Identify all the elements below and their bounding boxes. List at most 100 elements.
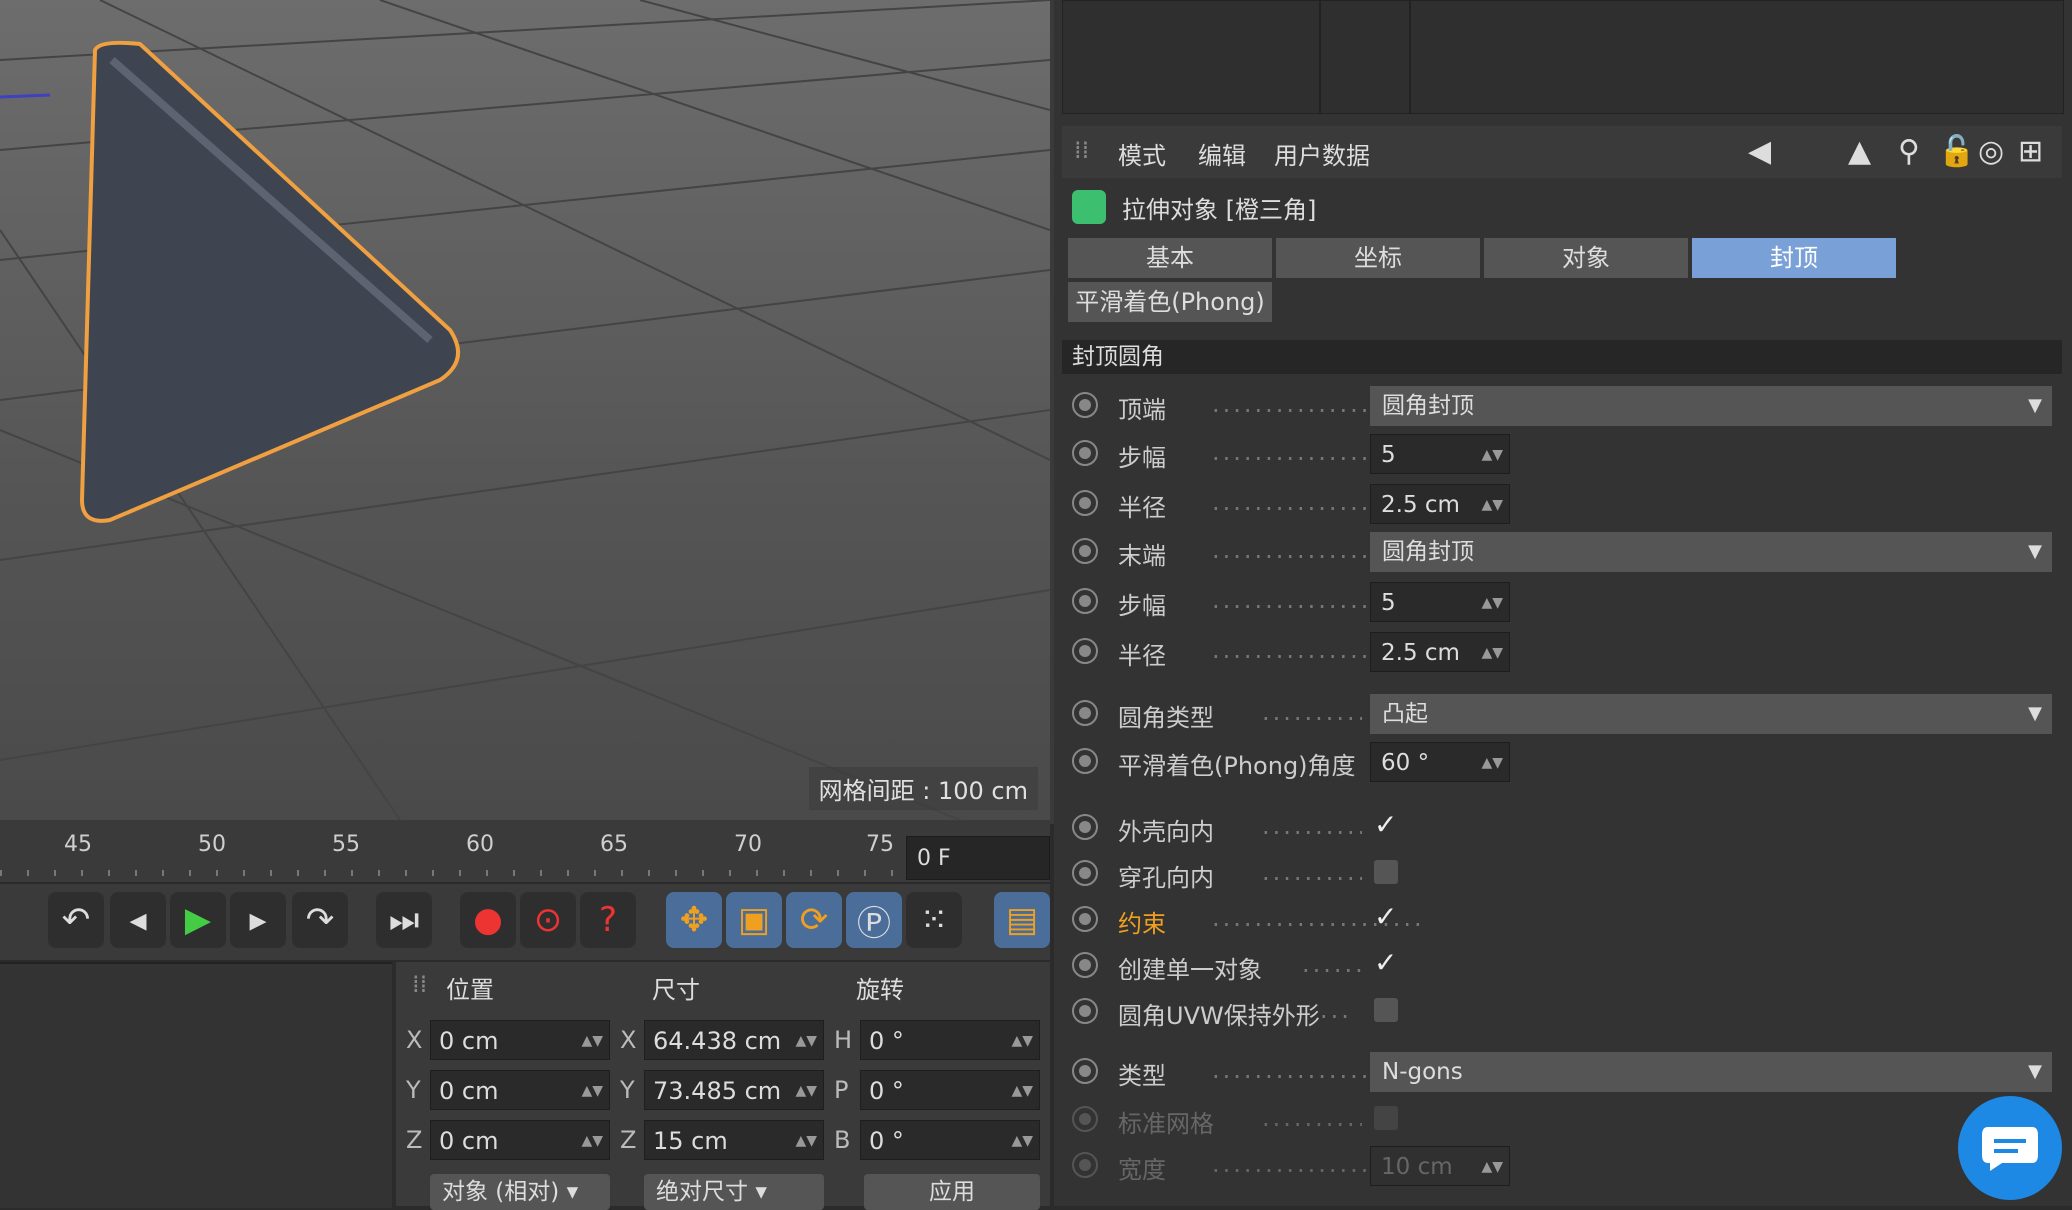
single-object-checkbox[interactable]: ✓	[1374, 949, 1400, 977]
size-header: 尺寸	[652, 976, 700, 1004]
viewport-scene	[0, 0, 1050, 820]
chat-bubble-icon[interactable]	[1958, 1096, 2062, 1200]
start-cap-dropdown[interactable]: 圆角封顶 ▼	[1370, 386, 2052, 426]
go-to-end-icon[interactable]: ↷	[292, 892, 348, 948]
axis-label: Y	[620, 1076, 635, 1104]
target-icon[interactable]: ◎	[1978, 134, 2004, 169]
animate-radio[interactable]	[1072, 748, 1098, 774]
new-panel-icon[interactable]: ⊞	[2018, 134, 2043, 169]
spinner-icon[interactable]: ▲▼	[1481, 435, 1503, 475]
animate-radio[interactable]	[1072, 814, 1098, 840]
dropdown-value: 对象 (相对)	[442, 1179, 560, 1205]
rotate-tool-icon[interactable]: ⟳	[786, 892, 842, 948]
spinner-icon[interactable]: ▲▼	[1481, 485, 1503, 525]
spinner-icon[interactable]: ▲▼	[581, 1021, 603, 1061]
spinner-icon[interactable]: ▲▼	[1481, 583, 1503, 623]
tab-phong[interactable]: 平滑着色(Phong)	[1068, 282, 1272, 322]
menu-user-data[interactable]: 用户数据	[1274, 136, 1370, 171]
apply-button[interactable]: 应用	[864, 1174, 1040, 1210]
current-frame-field[interactable]: 0 F	[906, 836, 1050, 880]
play-icon[interactable]: ▶	[170, 892, 226, 948]
tick-label: 60	[466, 832, 494, 857]
back-arrow-icon[interactable]: ◀	[1748, 134, 1771, 169]
chat-icon	[1982, 1127, 2038, 1171]
constrain-checkbox[interactable]: ✓	[1374, 903, 1400, 931]
animate-radio[interactable]	[1072, 490, 1098, 516]
steps2-field[interactable]: 5 ▲▼	[1370, 582, 1510, 622]
hole-inward-checkbox[interactable]	[1374, 860, 1398, 884]
3d-viewport[interactable]: 网格间距 : 100 cm	[0, 0, 1054, 824]
spinner-icon[interactable]: ▲▼	[795, 1021, 817, 1061]
position-z-field[interactable]: 0 cm ▲▼	[430, 1120, 610, 1160]
spinner-icon[interactable]: ▲▼	[795, 1121, 817, 1161]
uvw-keep-shape-checkbox[interactable]	[1374, 998, 1398, 1022]
animate-radio[interactable]	[1072, 588, 1098, 614]
tab-caps[interactable]: 封顶	[1692, 238, 1896, 278]
param-tool-icon[interactable]: Ⓟ	[846, 892, 902, 948]
param-label: 圆角类型	[1118, 704, 1214, 732]
size-y-field[interactable]: 73.485 cm ▲▼	[644, 1070, 824, 1110]
search-icon[interactable]: ⚲	[1898, 134, 1920, 169]
animate-radio[interactable]	[1072, 860, 1098, 886]
radius2-field[interactable]: 2.5 cm ▲▼	[1370, 632, 1510, 672]
menu-mode[interactable]: 模式	[1118, 136, 1166, 171]
menu-edit[interactable]: 编辑	[1198, 136, 1246, 171]
end-cap-dropdown[interactable]: 圆角封顶 ▼	[1370, 532, 2052, 572]
hull-inward-checkbox[interactable]: ✓	[1374, 811, 1400, 839]
lock-icon[interactable]: 🔓	[1938, 134, 1975, 169]
size-x-field[interactable]: 64.438 cm ▲▼	[644, 1020, 824, 1060]
timeline-window-icon[interactable]: ▤	[994, 892, 1050, 948]
up-arrow-icon[interactable]: ▲	[1848, 134, 1871, 169]
rotation-p-field[interactable]: 0 ° ▲▼	[860, 1070, 1040, 1110]
spinner-icon[interactable]: ▲▼	[1011, 1021, 1033, 1061]
tick-label: 55	[332, 832, 360, 857]
spinner-icon[interactable]: ▲▼	[1011, 1121, 1033, 1161]
tab-coord[interactable]: 坐标	[1276, 238, 1480, 278]
spinner-icon[interactable]: ▲▼	[581, 1071, 603, 1111]
last-frame-icon[interactable]: ⏭	[376, 892, 432, 948]
spinner-icon[interactable]: ▲▼	[1011, 1071, 1033, 1111]
param-row-type: 类型 ....................... N-gons▼	[1062, 1048, 2062, 1096]
animate-radio[interactable]	[1072, 998, 1098, 1024]
size-z-field[interactable]: 15 cm ▲▼	[644, 1120, 824, 1160]
tab-basic[interactable]: 基本	[1068, 238, 1272, 278]
coord-mode-dropdown[interactable]: 对象 (相对) ▾	[430, 1174, 610, 1210]
object-manager[interactable]	[1062, 0, 2064, 114]
radius1-field[interactable]: 2.5 cm ▲▼	[1370, 484, 1510, 524]
filet-type-dropdown[interactable]: 凸起 ▼	[1370, 694, 2052, 734]
rotation-h-field[interactable]: 0 ° ▲▼	[860, 1020, 1040, 1060]
size-mode-dropdown[interactable]: 绝对尺寸 ▾	[644, 1174, 824, 1210]
animate-radio[interactable]	[1072, 538, 1098, 564]
animate-radio[interactable]	[1072, 952, 1098, 978]
next-key-icon[interactable]: ▸	[230, 892, 286, 948]
spinner-icon[interactable]: ▲▼	[795, 1071, 817, 1111]
record-keys-icon[interactable]: ●	[460, 892, 516, 948]
scale-tool-icon[interactable]: ▣	[726, 892, 782, 948]
position-y-field[interactable]: 0 cm ▲▼	[430, 1070, 610, 1110]
points-tool-icon[interactable]: ⁙	[906, 892, 962, 948]
animate-radio[interactable]	[1072, 440, 1098, 466]
animate-radio[interactable]	[1072, 638, 1098, 664]
animate-radio[interactable]	[1072, 906, 1098, 932]
position-x-field[interactable]: 0 cm ▲▼	[430, 1020, 610, 1060]
rotation-b-field[interactable]: 0 ° ▲▼	[860, 1120, 1040, 1160]
animate-radio[interactable]	[1072, 392, 1098, 418]
param-label: 步幅	[1118, 444, 1166, 472]
timeline-ruler[interactable]: 45 50 55 60 65 70 75	[0, 824, 1050, 882]
move-tool-icon[interactable]: ✥	[666, 892, 722, 948]
spinner-icon[interactable]: ▲▼	[581, 1121, 603, 1161]
animate-radio[interactable]	[1072, 700, 1098, 726]
spinner-icon[interactable]: ▲▼	[1481, 633, 1503, 673]
tab-object[interactable]: 对象	[1484, 238, 1688, 278]
keyframe-help-icon[interactable]: ?	[580, 892, 636, 948]
previous-key-icon[interactable]: ◂	[110, 892, 166, 948]
param-label: 类型	[1118, 1062, 1166, 1090]
spinner-icon[interactable]: ▲▼	[1481, 743, 1503, 783]
autokey-icon[interactable]: ⊙	[520, 892, 576, 948]
go-to-start-icon[interactable]: ↶	[48, 892, 104, 948]
mesh-type-dropdown[interactable]: N-gons ▼	[1370, 1052, 2052, 1092]
animate-radio[interactable]	[1072, 1058, 1098, 1084]
steps1-field[interactable]: 5 ▲▼	[1370, 434, 1510, 474]
phong-angle-field[interactable]: 60 ° ▲▼	[1370, 742, 1510, 782]
transport-toolbar: ↶ ◂ ▶ ▸ ↷ ⏭ ● ⊙ ? ✥ ▣ ⟳ Ⓟ ⁙ ▤	[0, 884, 1050, 960]
